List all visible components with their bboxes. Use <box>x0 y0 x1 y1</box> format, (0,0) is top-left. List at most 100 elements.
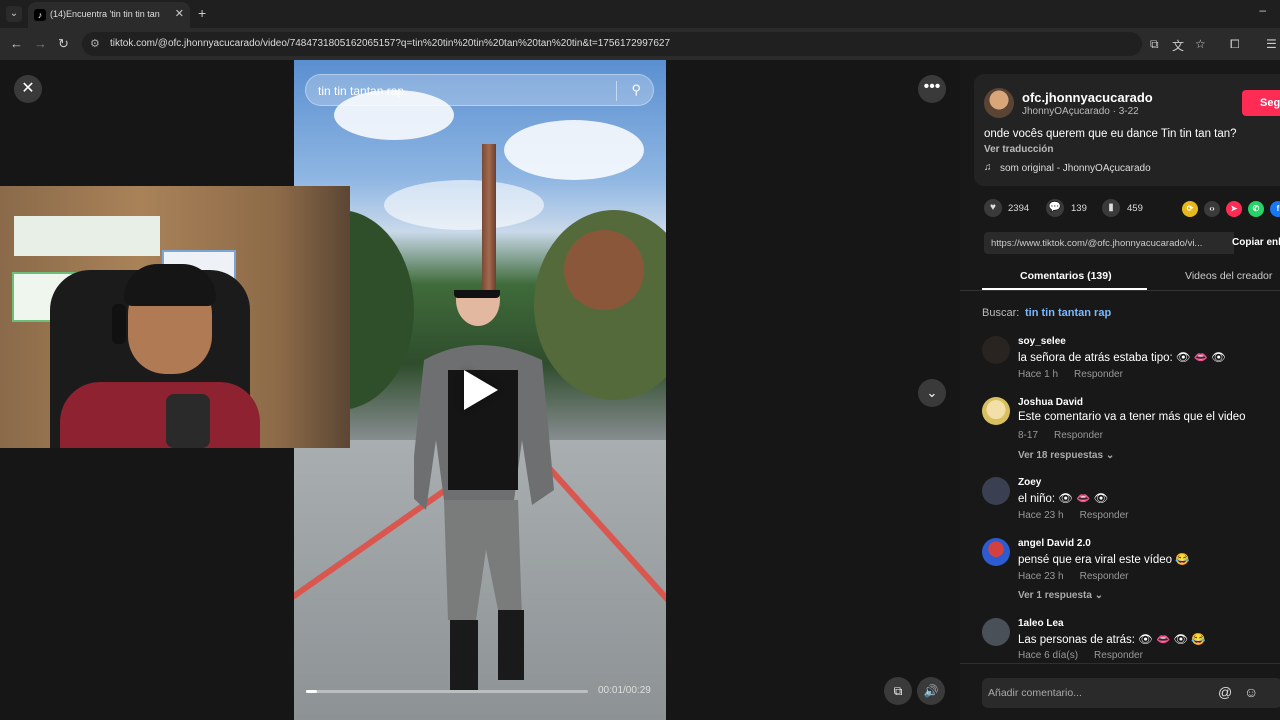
save-count: 459 <box>1127 203 1143 214</box>
comment-time: Hace 6 día(s) <box>1018 650 1079 661</box>
comment-avatar[interactable] <box>982 336 1010 364</box>
play-icon[interactable] <box>464 370 498 410</box>
reply-button[interactable]: Responder <box>1094 650 1143 661</box>
person-shirt-image <box>60 382 260 448</box>
follow-button[interactable]: Segu <box>1242 90 1280 116</box>
close-video-button[interactable]: ✕ <box>14 75 42 103</box>
comment-username[interactable]: angel David 2.0 <box>1018 538 1091 549</box>
reply-button[interactable]: Responder <box>1080 571 1129 582</box>
video-progress-fill <box>306 690 318 693</box>
comment-composer: Añadir comentario... @ ☺ <box>960 663 1280 720</box>
comment-meta: Hace 1 h Responder <box>1018 369 1123 380</box>
url-field[interactable]: ⚙ tiktok.com/@ofc.jhonnyacucarado/video/… <box>82 32 1142 56</box>
floating-player-icon[interactable]: ⧉ <box>884 677 912 705</box>
comment-username[interactable]: Zoey <box>1018 477 1041 488</box>
tab-creator-videos[interactable]: Videos del creador <box>1185 270 1272 282</box>
browser-tabbar: ⌄ ♪ (14)Encuentra 'tin tin tin tan ✕ + – <box>0 0 1280 28</box>
bookmark-star-icon[interactable]: ☆ <box>1195 37 1206 51</box>
facebook-icon[interactable]: f <box>1270 201 1280 217</box>
comment-meta: Hace 23 h Responder <box>1018 571 1129 582</box>
webcam-overlay <box>0 186 350 448</box>
browser-addressbar: ← → ↻ ⚙ tiktok.com/@ofc.jhonnyacucarado/… <box>0 28 1280 60</box>
menu-icon[interactable]: ☰ <box>1266 37 1277 51</box>
comment-time: Hace 23 h <box>1018 571 1064 582</box>
back-arrow-icon[interactable]: ← <box>10 36 23 51</box>
comment-meta: Hace 23 h Responder <box>1018 510 1129 521</box>
search-term-link[interactable]: tin tin tantan rap <box>1025 307 1111 319</box>
mention-icon[interactable]: @ <box>1218 684 1232 700</box>
tab-list-chevron-icon[interactable]: ⌄ <box>6 6 22 22</box>
comment-text: la señora de atrás estaba tipo: 👁 👄 👁 <box>1018 352 1226 364</box>
next-video-chevron-icon[interactable]: ⌄ <box>918 379 946 407</box>
chimney-image <box>482 144 496 294</box>
comment-text: Las personas de atrás: 👁 👄 👁 😂 <box>1018 634 1206 646</box>
reply-button[interactable]: Responder <box>1080 510 1129 521</box>
comment-username[interactable]: 1aleo Lea <box>1018 618 1064 629</box>
heart-icon[interactable]: ♥ <box>984 199 1002 217</box>
creator-username[interactable]: ofc.jhonnyacucarado <box>1022 90 1153 105</box>
music-title[interactable]: som original - JhonnyOAçucarado <box>1000 163 1151 174</box>
sky-cloud <box>504 120 644 180</box>
video-progress-bar[interactable] <box>306 690 588 693</box>
video-search-text: tin tin tantan rap <box>318 84 405 98</box>
copy-link-button[interactable]: Copiar enl <box>1226 232 1280 254</box>
bookmark-icon[interactable]: ▮ <box>1102 199 1120 217</box>
see-translation-link[interactable]: Ver traducción <box>984 144 1053 155</box>
install-app-icon[interactable]: ⧉ <box>1150 37 1159 52</box>
creator-card: ofc.jhonnyacucarado JhonnyOAçucarado · 3… <box>974 74 1280 186</box>
translate-icon[interactable]: 文 <box>1172 37 1184 54</box>
comment-avatar[interactable] <box>982 618 1010 646</box>
emoji-icon[interactable]: ☺ <box>1244 684 1258 700</box>
comment-time: 8-17 <box>1018 430 1039 441</box>
url-text: tiktok.com/@ofc.jhonnyacucarado/video/74… <box>110 38 671 49</box>
share-link-field[interactable]: https://www.tiktok.com/@ofc.jhonnyacucar… <box>984 232 1234 254</box>
comment-text: Este comentario va a tener más que el vi… <box>1018 411 1246 423</box>
view-replies-button[interactable]: Ver 18 respuestas ⌄ <box>1018 450 1114 461</box>
repost-icon[interactable]: ⟳ <box>1182 201 1198 217</box>
soldier-figure <box>414 290 554 690</box>
reload-icon[interactable]: ↻ <box>58 36 69 52</box>
comment-avatar[interactable] <box>982 538 1010 566</box>
comment-username[interactable]: soy_selee <box>1018 336 1066 347</box>
comment-avatar[interactable] <box>982 477 1010 505</box>
microphone-image <box>166 394 210 448</box>
comment-icon[interactable]: 💬 <box>1046 199 1064 217</box>
share-link-text: https://www.tiktok.com/@ofc.jhonnyacucar… <box>991 238 1203 249</box>
reply-button[interactable]: Responder <box>1074 369 1123 380</box>
reply-button[interactable]: Responder <box>1054 430 1103 441</box>
video-search-field[interactable]: tin tin tantan rap ⚲ <box>305 74 654 106</box>
creator-subline: JhonnyOAçucarado · 3-22 <box>1022 106 1139 117</box>
search-icon[interactable]: ⚲ <box>631 82 641 98</box>
volume-icon[interactable]: 🔊 <box>917 677 945 705</box>
new-tab-plus-icon[interactable]: + <box>198 5 206 21</box>
browser-tab-active[interactable]: ♪ (14)Encuentra 'tin tin tin tan ✕ <box>28 2 190 28</box>
comment-meta: Hace 6 día(s) Responder <box>1018 650 1143 661</box>
streamer-logo-image <box>14 216 160 256</box>
comment-input[interactable]: Añadir comentario... @ ☺ <box>982 678 1280 708</box>
tab-divider <box>960 290 1280 291</box>
comment-username[interactable]: Joshua David <box>1018 397 1083 408</box>
more-options-button[interactable]: ••• <box>918 75 946 103</box>
send-icon[interactable]: ➤ <box>1226 201 1242 217</box>
comment-meta: 8-17 Responder <box>1018 430 1103 441</box>
sky-cloud <box>384 180 544 230</box>
whatsapp-icon[interactable]: ✆ <box>1248 201 1264 217</box>
search-label: Buscar: <box>982 307 1020 319</box>
extensions-icon[interactable]: ⧠ <box>1230 37 1240 52</box>
tab-title: (14)Encuentra 'tin tin tin tan <box>50 9 160 19</box>
video-time: 00:01/00:29 <box>598 685 651 696</box>
window-minimize-icon[interactable]: – <box>1259 3 1266 17</box>
creator-avatar[interactable] <box>984 88 1014 118</box>
details-panel: ofc.jhonnyacucarado JhonnyOAçucarado · 3… <box>960 60 1280 720</box>
tab-comments[interactable]: Comentarios (139) <box>1020 270 1112 282</box>
comment-time: Hace 23 h <box>1018 510 1064 521</box>
tab-close-icon[interactable]: ✕ <box>175 7 184 20</box>
embed-code-icon[interactable]: ‹› <box>1204 201 1220 217</box>
site-settings-icon[interactable]: ⚙ <box>90 37 100 50</box>
comment-text: el niño: 👁 👄 👁 <box>1018 493 1109 505</box>
comment-text: pensé que era viral este vídeo 😂 <box>1018 554 1190 566</box>
forward-arrow-icon[interactable]: → <box>34 36 47 51</box>
comment-avatar[interactable] <box>982 397 1010 425</box>
view-replies-button[interactable]: Ver 1 respuesta ⌄ <box>1018 590 1103 601</box>
search-divider <box>616 81 617 101</box>
